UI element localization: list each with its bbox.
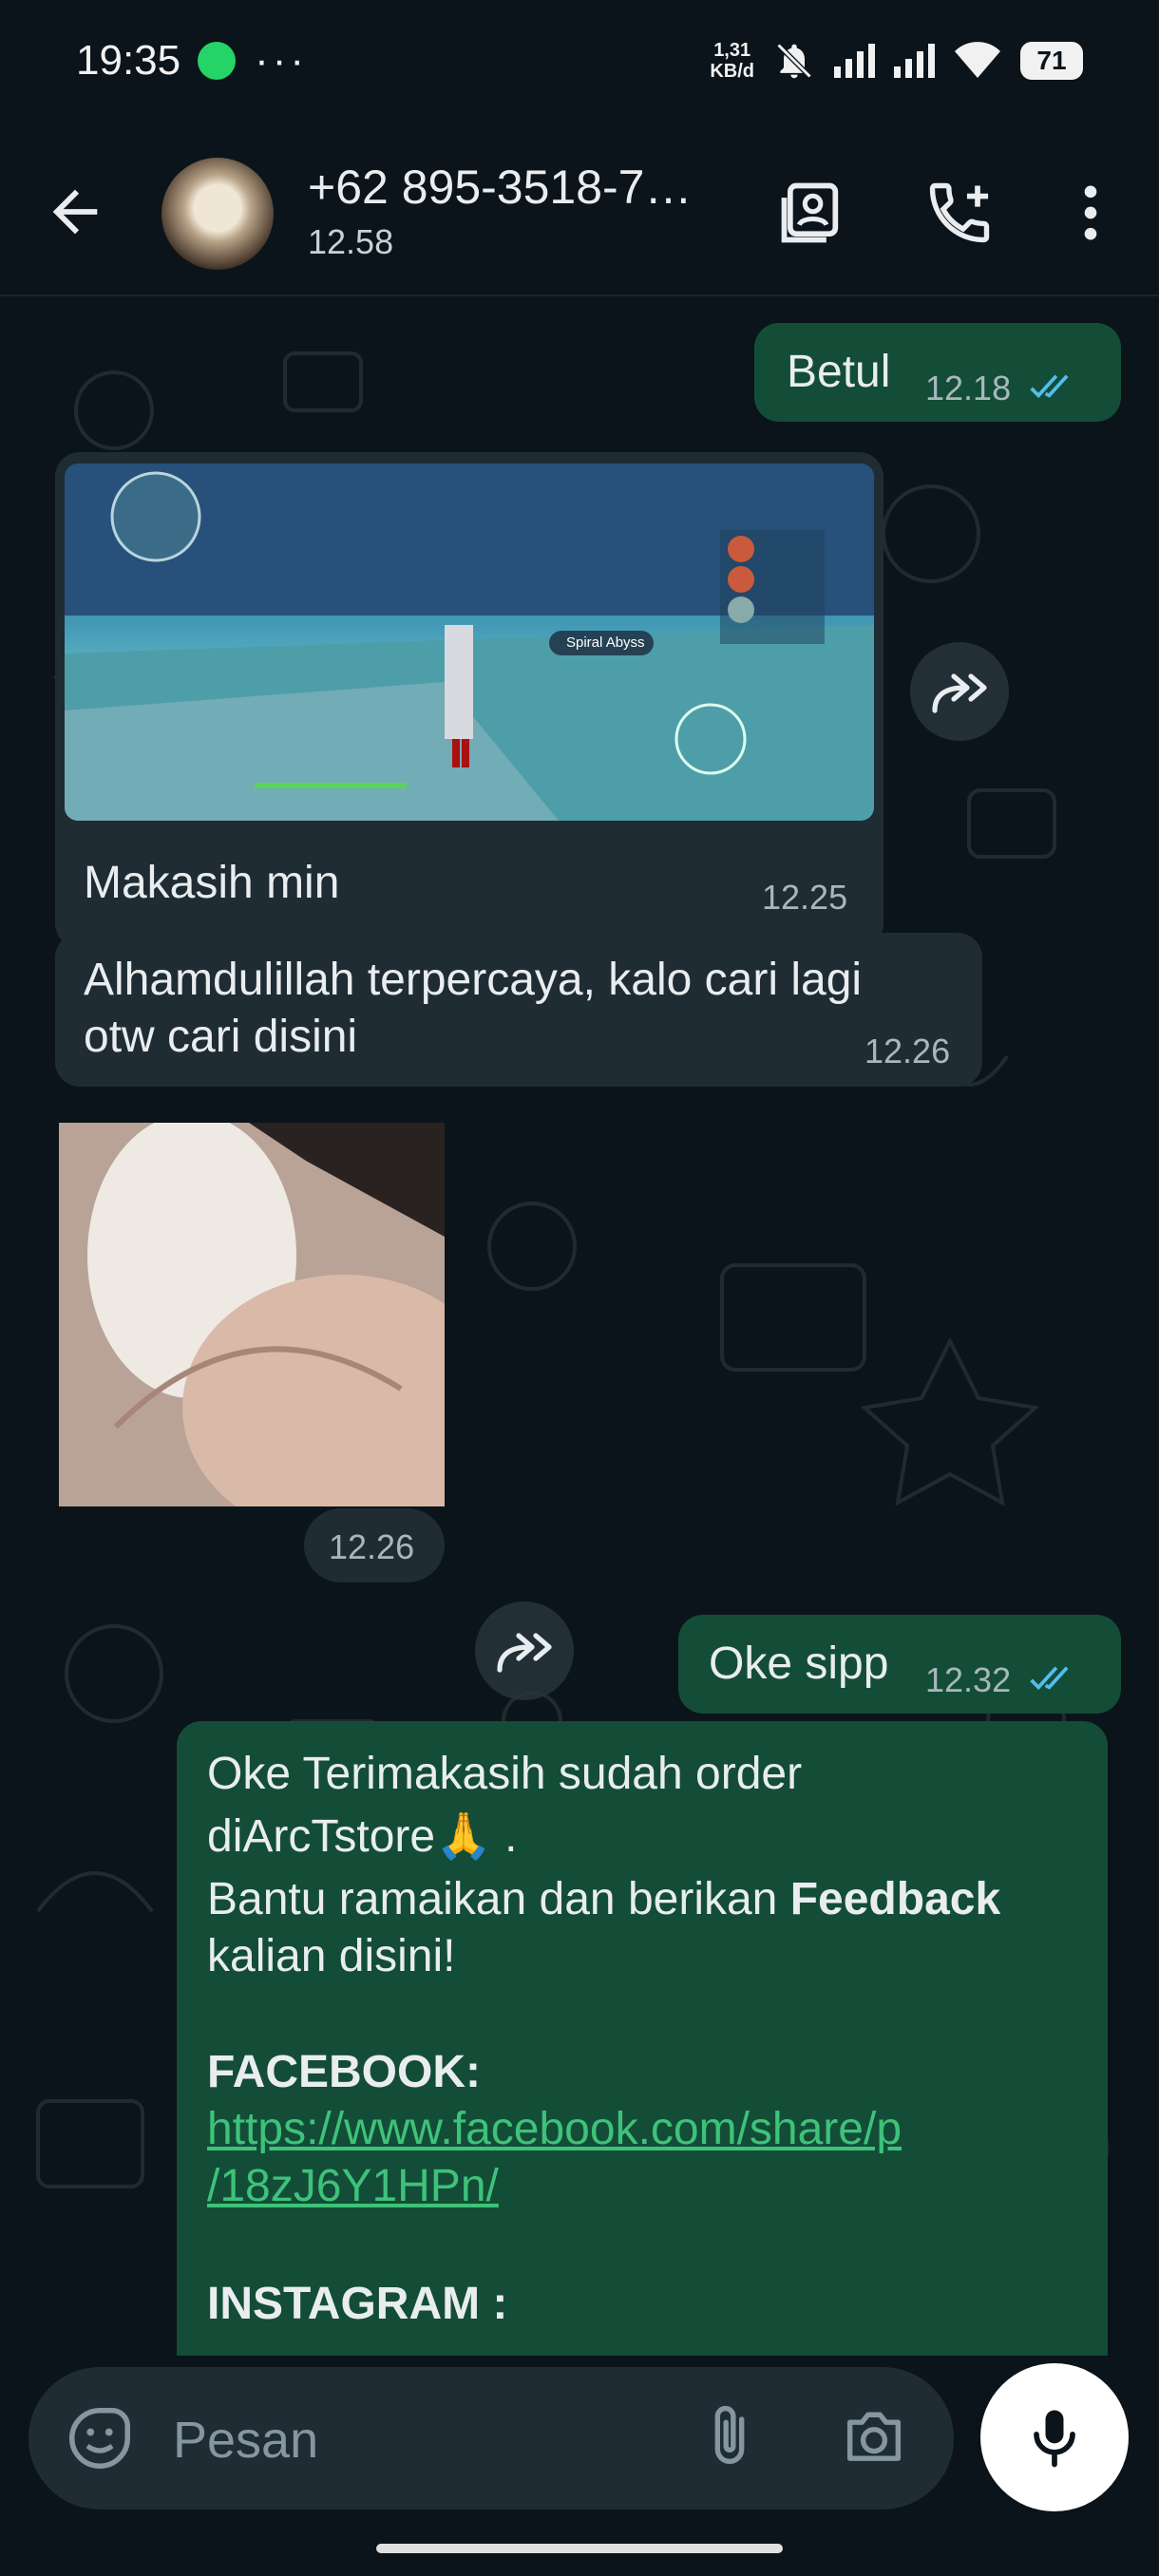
message-input[interactable]: Pesan (28, 2367, 954, 2510)
forward-button[interactable] (910, 642, 1009, 741)
message-line: Bantu ramaikan dan berikan Feedback (207, 1874, 1001, 1924)
message-input-placeholder: Pesan (173, 2412, 319, 2469)
more-options-icon[interactable] (1054, 177, 1127, 249)
message-time: 12.26 (329, 1527, 415, 1566)
forward-button[interactable] (475, 1601, 574, 1700)
back-arrow-icon[interactable] (42, 179, 108, 245)
mute-bell-icon (776, 43, 812, 79)
attach-paperclip-icon[interactable] (694, 2401, 766, 2473)
signal-icon-2 (894, 44, 935, 78)
microphone-icon (1034, 2410, 1075, 2468)
message-time: 12.32 (925, 1660, 1012, 1699)
battery-icon: 71 (1020, 42, 1083, 80)
more-notifications-icon: ··· (255, 37, 309, 84)
facebook-label: FACEBOOK: (207, 2047, 481, 2097)
sticker-time-badge: 12.26 (304, 1508, 445, 1582)
cat-sticker-image[interactable] (59, 1123, 445, 1506)
sticker-emoji-icon[interactable] (63, 2401, 137, 2475)
signal-icon-1 (834, 44, 875, 78)
message-text-line1: Alhamdulillah terpercaya, kalo cari lagi (84, 955, 863, 1005)
network-speed: 1,31 KB/d (710, 40, 754, 82)
message-outgoing[interactable]: Oke sipp 12.32 (678, 1615, 1121, 1714)
message-text: Oke sipp (709, 1638, 889, 1689)
contact-card-icon[interactable] (775, 177, 847, 249)
message-outgoing-long[interactable]: Oke Terimakasih sudah order diArcTstore🙏… (177, 1721, 1108, 2356)
last-seen: 12.58 (308, 222, 394, 261)
contact-name[interactable]: +62 895-3518-7… (308, 160, 726, 215)
message-line: kalian disini! (207, 1931, 456, 1981)
game-location-label: Spiral Abyss (566, 635, 645, 651)
read-ticks-icon (1030, 1666, 1069, 1691)
feedback-bold: Feedback (789, 1874, 1001, 1924)
game-scene (65, 464, 874, 821)
contact-avatar[interactable] (162, 158, 274, 270)
facebook-link[interactable]: https://www.facebook.com/share/p (207, 2101, 902, 2158)
status-time: 19:35 (76, 37, 181, 84)
game-screenshot-image[interactable]: Spiral Abyss (65, 464, 874, 821)
add-call-icon[interactable] (923, 177, 996, 249)
voice-record-button[interactable] (980, 2363, 1129, 2511)
forward-icon (932, 673, 987, 713)
status-bar: 19:35 ··· 1,31 KB/d 71 (0, 0, 1159, 122)
message-text: Betul (787, 347, 891, 397)
message-time: 12.18 (925, 369, 1012, 407)
message-outgoing[interactable]: Betul 12.18 (754, 323, 1121, 422)
message-incoming[interactable]: Alhamdulillah terpercaya, kalo cari lagi… (55, 933, 982, 1087)
chat-area[interactable]: Betul 12.18 Makasih min 12.25 Spiral Aby… (0, 296, 1159, 2356)
wifi-icon (955, 42, 1000, 78)
instagram-label: INSTAGRAM : (207, 2279, 508, 2329)
message-text-line2: otw cari disini (84, 1012, 358, 1062)
chat-header: +62 895-3518-7… 12.58 (0, 122, 1159, 296)
whatsapp-notification-icon (198, 42, 237, 80)
message-line: Oke Terimakasih sudah order (207, 1749, 803, 1799)
message-line: diArcTstore🙏 . (207, 1811, 518, 1862)
message-time: 12.26 (864, 1032, 951, 1070)
forward-icon (497, 1633, 552, 1673)
gesture-home-bar[interactable] (376, 2544, 783, 2553)
cat-photo (59, 1123, 445, 1506)
image-caption: Makasih min (84, 858, 340, 908)
pray-emoji: 🙏 (435, 1811, 492, 1862)
message-time: 12.25 (762, 878, 848, 917)
read-ticks-icon (1030, 374, 1069, 399)
camera-icon[interactable] (838, 2401, 910, 2473)
composer-bar: Pesan (0, 2356, 1159, 2576)
facebook-link[interactable]: /18zJ6Y1HPn/ (207, 2158, 499, 2215)
